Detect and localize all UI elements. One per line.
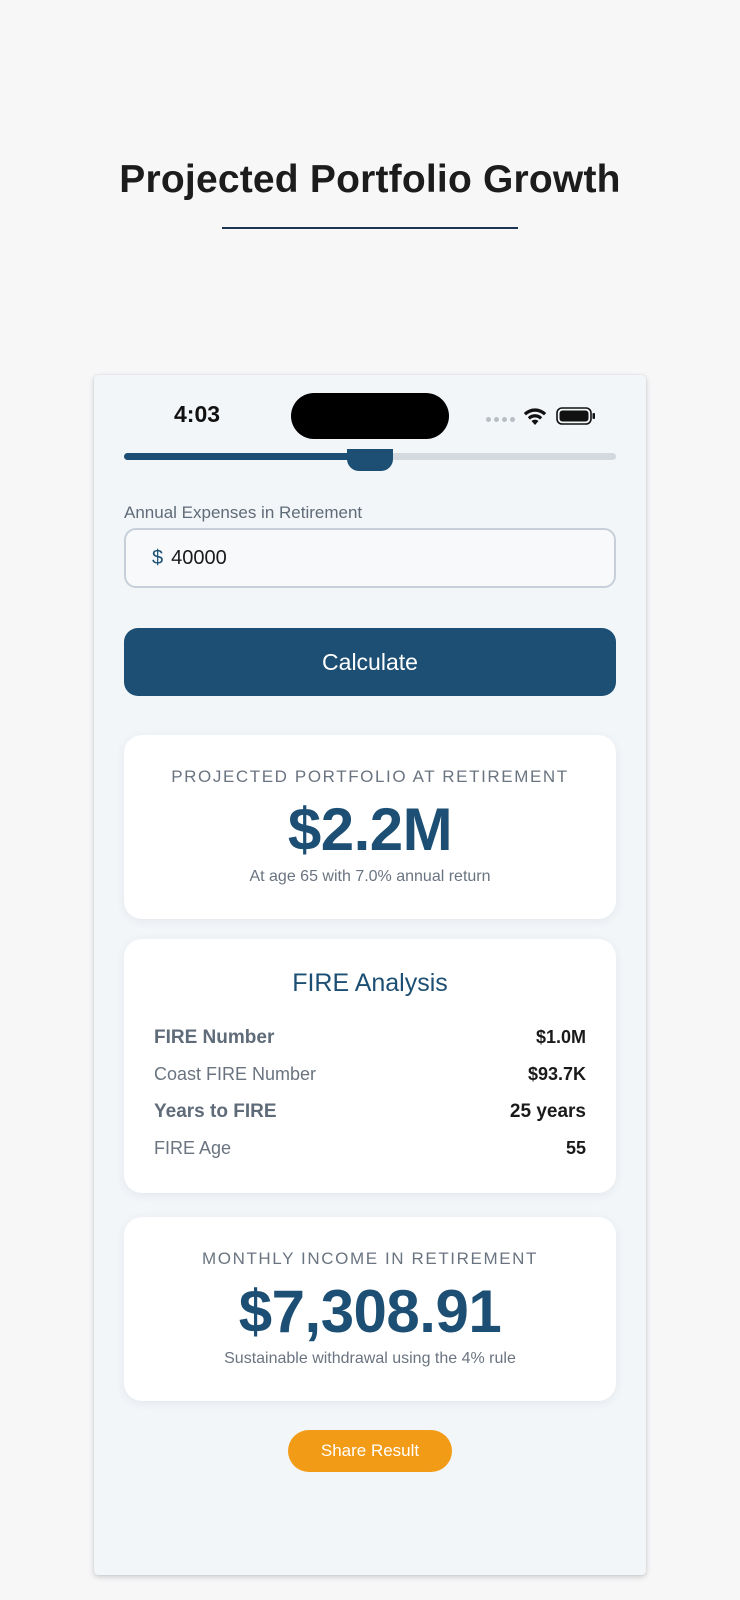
fire-row-fire-number: FIRE Number $1.0M <box>154 1027 586 1049</box>
annual-expenses-field[interactable]: $ <box>124 528 616 588</box>
annual-expenses-input[interactable] <box>171 546 472 570</box>
projected-note: At age 65 with 7.0% annual return <box>249 868 491 885</box>
fire-row-years-to-fire: Years to FIRE 25 years <box>154 1101 586 1123</box>
fire-row-coast-fire-number: Coast FIRE Number $93.7K <box>154 1064 586 1085</box>
fire-number-value: $1.0M <box>535 1027 586 1047</box>
dynamic-island <box>291 393 449 439</box>
projected-portfolio-card: PROJECTED PORTFOLIO AT RETIREMENT $2.2M … <box>124 735 616 919</box>
fire-row-fire-age: FIRE Age 55 <box>154 1138 586 1159</box>
currency-symbol: $ <box>152 546 164 569</box>
fire-number-label: FIRE Number <box>154 1027 275 1048</box>
page-title: Projected Portfolio Growth <box>119 158 621 201</box>
slider-track[interactable] <box>124 449 616 471</box>
signal-dots-icon <box>486 417 515 422</box>
page: Projected Portfolio Growth 4:03 Annual E… <box>0 0 740 1600</box>
battery-icon <box>556 407 595 425</box>
monthly-income-card: MONTHLY INCOME IN RETIREMENT $7,308.91 S… <box>124 1217 616 1401</box>
fire-analysis-card: FIRE Analysis FIRE Number $1.0M Coast FI… <box>124 939 616 1193</box>
status-time: 4:03 <box>174 401 221 427</box>
slider-fill <box>124 453 370 460</box>
coast-fire-number-value: $93.7K <box>527 1064 586 1084</box>
income-note: Sustainable withdrawal using the 4% rule <box>224 1350 516 1367</box>
slider-handle[interactable] <box>347 449 393 471</box>
fire-analysis-title: FIRE Analysis <box>292 969 448 997</box>
income-amount: $7,308.91 <box>238 1278 502 1345</box>
wifi-icon <box>523 408 547 425</box>
phone-frame: 4:03 Annual Expenses in Retirement $ Cal… <box>94 375 646 1575</box>
title-divider <box>222 227 518 229</box>
share-result-button[interactable]: Share Result <box>288 1430 452 1472</box>
calculate-button[interactable]: Calculate <box>124 628 616 696</box>
years-to-fire-label: Years to FIRE <box>154 1101 277 1122</box>
annual-expenses-label: Annual Expenses in Retirement <box>124 503 363 522</box>
projected-amount: $2.2M <box>287 796 453 863</box>
years-to-fire-value: 25 years <box>509 1101 586 1122</box>
projected-eyebrow: PROJECTED PORTFOLIO AT RETIREMENT <box>171 767 569 786</box>
fire-age-label: FIRE Age <box>154 1138 232 1158</box>
coast-fire-number-label: Coast FIRE Number <box>154 1064 317 1084</box>
fire-age-value: 55 <box>565 1138 586 1158</box>
income-eyebrow: MONTHLY INCOME IN RETIREMENT <box>201 1249 539 1268</box>
